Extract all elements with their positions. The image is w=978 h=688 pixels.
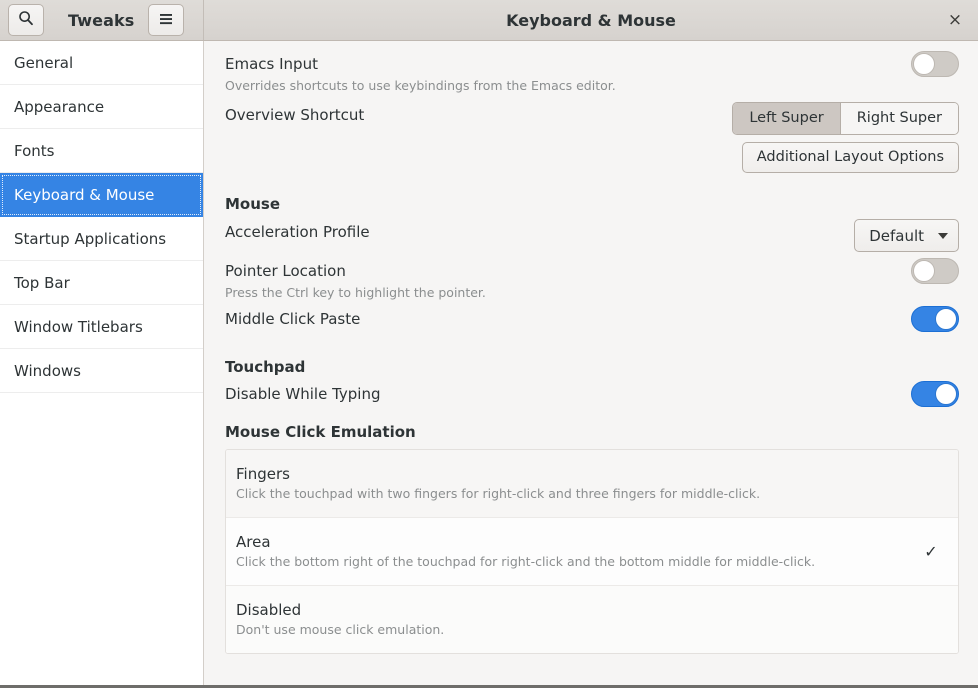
sidebar-item-label: Startup Applications bbox=[14, 229, 167, 248]
header-right-pane: Keyboard & Mouse × bbox=[204, 0, 978, 40]
chevron-down-icon bbox=[938, 232, 948, 239]
emacs-input-texts: Emacs Input Overrides shortcuts to use k… bbox=[225, 51, 911, 94]
acceleration-profile-value: Default bbox=[869, 226, 924, 245]
setting-row-overview-shortcut: Overview Shortcut Left Super Right Super… bbox=[225, 102, 959, 173]
setting-row-pointer-location: Pointer Location Press the Ctrl key to h… bbox=[225, 258, 959, 301]
overview-shortcut-texts: Overview Shortcut bbox=[225, 102, 732, 128]
emulation-option-subtitle: Don't use mouse click emulation. bbox=[236, 622, 445, 637]
main-menu-button[interactable] bbox=[148, 4, 185, 36]
emulation-option-title: Disabled bbox=[236, 601, 302, 619]
sidebar: General Appearance Fonts Keyboard & Mous… bbox=[0, 41, 204, 685]
acceleration-profile-control: Default bbox=[854, 219, 959, 252]
emacs-input-toggle[interactable] bbox=[911, 51, 959, 77]
overview-shortcut-title: Overview Shortcut bbox=[225, 106, 365, 124]
section-title-mouse: Mouse bbox=[225, 195, 281, 213]
emulation-option-disabled[interactable]: Disabled Don't use mouse click emulation… bbox=[226, 586, 958, 653]
sidebar-item-appearance[interactable]: Appearance bbox=[0, 85, 203, 129]
section-title-mouse-click-emulation: Mouse Click Emulation bbox=[225, 423, 416, 441]
toggle-knob bbox=[935, 308, 957, 330]
sidebar-item-label: Windows bbox=[14, 361, 81, 380]
sidebar-item-label: Window Titlebars bbox=[14, 317, 143, 336]
sidebar-item-label: Appearance bbox=[14, 97, 105, 116]
emulation-option-title: Area bbox=[236, 533, 271, 551]
emulation-option-subtitle: Click the bottom right of the touchpad f… bbox=[236, 554, 816, 569]
close-window-button[interactable]: × bbox=[942, 7, 968, 33]
overview-shortcut-segmented-control[interactable]: Left Super Right Super bbox=[732, 102, 959, 135]
emacs-input-control bbox=[911, 51, 959, 77]
emulation-option-texts: Fingers Click the touchpad with two fing… bbox=[236, 463, 922, 503]
acceleration-profile-title: Acceleration Profile bbox=[225, 223, 370, 241]
toggle-knob bbox=[913, 260, 935, 282]
emacs-input-subtitle: Overrides shortcuts to use keybindings f… bbox=[225, 78, 616, 93]
disable-while-typing-toggle[interactable] bbox=[911, 381, 959, 407]
scrolled-clipped-row bbox=[225, 41, 959, 44]
sidebar-item-label: General bbox=[14, 53, 74, 72]
sidebar-item-label: Top Bar bbox=[14, 273, 70, 292]
acceleration-profile-texts: Acceleration Profile bbox=[225, 219, 854, 245]
sidebar-item-label: Fonts bbox=[14, 141, 55, 160]
pointer-location-title: Pointer Location bbox=[225, 262, 346, 280]
emulation-option-texts: Disabled Don't use mouse click emulation… bbox=[236, 599, 922, 639]
emacs-input-title: Emacs Input bbox=[225, 55, 318, 73]
disable-while-typing-title: Disable While Typing bbox=[225, 385, 381, 403]
tweaks-window: Tweaks Keyboard & Mouse × General Appear… bbox=[0, 0, 978, 688]
sidebar-item-startup-applications[interactable]: Startup Applications bbox=[0, 217, 203, 261]
header-left-pane: Tweaks bbox=[0, 0, 204, 40]
disable-while-typing-texts: Disable While Typing bbox=[225, 381, 911, 407]
acceleration-profile-dropdown[interactable]: Default bbox=[854, 219, 959, 252]
mouse-click-emulation-list: Fingers Click the touchpad with two fing… bbox=[225, 449, 959, 654]
middle-click-paste-control bbox=[911, 306, 959, 332]
app-title: Tweaks bbox=[68, 10, 135, 30]
search-button[interactable] bbox=[8, 4, 44, 36]
setting-row-acceleration-profile: Acceleration Profile Default bbox=[225, 219, 959, 252]
additional-layout-options-button[interactable]: Additional Layout Options bbox=[741, 142, 959, 173]
sidebar-item-top-bar[interactable]: Top Bar bbox=[0, 261, 203, 305]
overview-shortcut-control: Left Super Right Super Additional Layout… bbox=[732, 102, 959, 173]
window-body: General Appearance Fonts Keyboard & Mous… bbox=[0, 41, 978, 685]
emulation-option-title: Fingers bbox=[236, 465, 290, 483]
toggle-knob bbox=[935, 383, 957, 405]
setting-row-middle-click-paste: Middle Click Paste bbox=[225, 306, 959, 336]
pointer-location-texts: Pointer Location Press the Ctrl key to h… bbox=[225, 258, 911, 301]
toggle-knob bbox=[913, 53, 935, 75]
sidebar-item-fonts[interactable]: Fonts bbox=[0, 129, 203, 173]
emulation-option-fingers[interactable]: Fingers Click the touchpad with two fing… bbox=[226, 450, 958, 518]
setting-row-emacs-input: Emacs Input Overrides shortcuts to use k… bbox=[225, 51, 959, 94]
section-title-touchpad: Touchpad bbox=[225, 358, 306, 376]
disable-while-typing-control bbox=[911, 381, 959, 407]
setting-row-disable-while-typing: Disable While Typing bbox=[225, 381, 959, 411]
hamburger-menu-icon bbox=[158, 11, 174, 30]
page-title: Keyboard & Mouse bbox=[506, 10, 676, 30]
pointer-location-subtitle: Press the Ctrl key to highlight the poin… bbox=[225, 285, 486, 300]
sidebar-item-general[interactable]: General bbox=[0, 41, 203, 85]
header-bar: Tweaks Keyboard & Mouse × bbox=[0, 0, 978, 41]
checkmark-icon: ✓ bbox=[924, 541, 938, 561]
emulation-option-texts: Area Click the bottom right of the touch… bbox=[236, 531, 922, 571]
sidebar-item-window-titlebars[interactable]: Window Titlebars bbox=[0, 305, 203, 349]
sidebar-item-windows[interactable]: Windows bbox=[0, 349, 203, 393]
settings-content[interactable]: Emacs Input Overrides shortcuts to use k… bbox=[204, 41, 978, 685]
segment-left-super[interactable]: Left Super bbox=[733, 103, 840, 134]
sidebar-item-label: Keyboard & Mouse bbox=[14, 185, 155, 204]
emulation-option-subtitle: Click the touchpad with two fingers for … bbox=[236, 486, 761, 501]
emulation-option-area[interactable]: Area Click the bottom right of the touch… bbox=[226, 518, 958, 586]
segment-right-super[interactable]: Right Super bbox=[839, 103, 958, 134]
pointer-location-toggle[interactable] bbox=[911, 258, 959, 284]
search-icon bbox=[18, 10, 34, 30]
sidebar-item-keyboard-and-mouse[interactable]: Keyboard & Mouse bbox=[0, 173, 203, 217]
middle-click-paste-title: Middle Click Paste bbox=[225, 310, 361, 328]
middle-click-paste-texts: Middle Click Paste bbox=[225, 306, 911, 332]
middle-click-paste-toggle[interactable] bbox=[911, 306, 959, 332]
pointer-location-control bbox=[911, 258, 959, 284]
